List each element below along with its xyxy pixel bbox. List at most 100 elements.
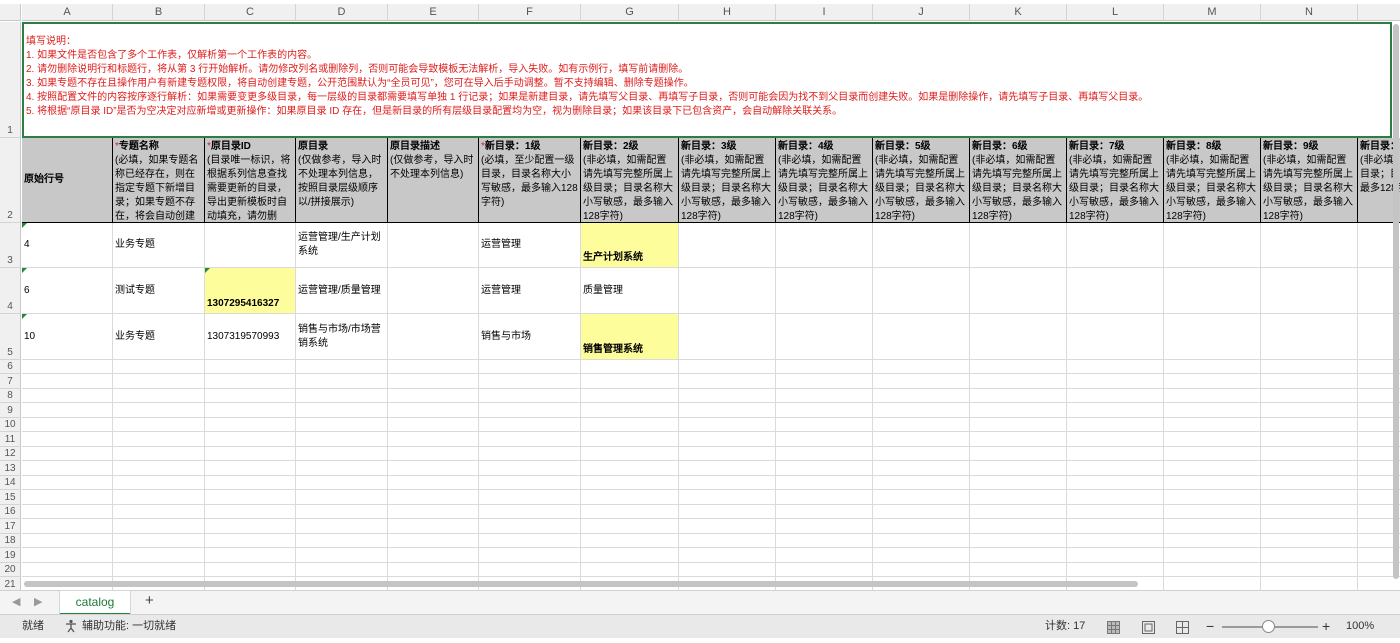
grid-cell[interactable]: [205, 447, 296, 461]
grid-cell[interactable]: [1164, 505, 1261, 519]
row-header-2[interactable]: 2: [0, 138, 21, 223]
grid-cell[interactable]: [1261, 360, 1358, 374]
grid-cell[interactable]: [581, 505, 679, 519]
grid-cell[interactable]: [205, 476, 296, 490]
grid-cell[interactable]: [970, 314, 1067, 360]
grid-cell[interactable]: [479, 534, 581, 548]
grid-cell[interactable]: [873, 447, 970, 461]
grid-cell[interactable]: [1164, 314, 1261, 360]
grid-cell[interactable]: [205, 490, 296, 505]
header-cell-n[interactable]: 新目录：9级 (非必填，如需配置请先填写完整所属上级目录；目录名称大小写敏感，最多…: [1261, 138, 1358, 223]
grid-cell[interactable]: [479, 418, 581, 432]
grid-cell[interactable]: [296, 534, 388, 548]
row-header-5[interactable]: 5: [0, 314, 21, 360]
grid-cell[interactable]: [1164, 534, 1261, 548]
grid-cell[interactable]: [581, 418, 679, 432]
grid-cell[interactable]: [113, 490, 205, 505]
column-header-g[interactable]: G: [581, 4, 679, 21]
grid-cell[interactable]: [113, 389, 205, 403]
page-break-view-icon[interactable]: [1176, 620, 1189, 634]
grid-cell[interactable]: [296, 403, 388, 418]
column-header-a[interactable]: A: [22, 4, 113, 21]
column-header-d[interactable]: D: [296, 4, 388, 21]
zoom-in-button[interactable]: +: [1322, 615, 1330, 638]
grid-cell[interactable]: [205, 548, 296, 563]
data-cell-f3[interactable]: 运营管理: [479, 223, 581, 268]
grid-cell[interactable]: [205, 389, 296, 403]
grid-cell[interactable]: [296, 548, 388, 563]
prev-sheet-icon[interactable]: ◀: [12, 595, 20, 608]
grid-cell[interactable]: [479, 563, 581, 577]
grid-cell[interactable]: [479, 389, 581, 403]
grid-cell[interactable]: [205, 418, 296, 432]
column-header-o[interactable]: [1358, 4, 1400, 21]
grid-cell[interactable]: [1261, 563, 1358, 577]
grid-cell[interactable]: [679, 519, 776, 534]
row-header-19[interactable]: 19: [0, 548, 21, 563]
row-header-3[interactable]: 3: [0, 223, 21, 268]
grid-cell[interactable]: [679, 374, 776, 389]
grid-cell[interactable]: [22, 418, 113, 432]
grid-cell[interactable]: [1067, 519, 1164, 534]
grid-cell[interactable]: [388, 563, 479, 577]
grid-cell[interactable]: [296, 374, 388, 389]
add-sheet-button[interactable]: +: [145, 592, 154, 609]
grid-cell[interactable]: [581, 374, 679, 389]
grid-cell[interactable]: [679, 461, 776, 476]
grid-cell[interactable]: [113, 418, 205, 432]
grid-cell[interactable]: [1164, 490, 1261, 505]
grid-cell[interactable]: [776, 374, 873, 389]
header-cell-e[interactable]: 原目录描述 (仅做参考，导入时不处理本列信息): [388, 138, 479, 223]
grid-cell[interactable]: [776, 461, 873, 476]
grid-cell[interactable]: [873, 403, 970, 418]
header-cell-i[interactable]: 新目录：4级 (非必填，如需配置请先填写完整所属上级目录；目录名称大小写敏感，最多…: [776, 138, 873, 223]
grid-cell[interactable]: [113, 519, 205, 534]
row-header-15[interactable]: 15: [0, 490, 21, 505]
grid-cell[interactable]: [1067, 534, 1164, 548]
grid-cell[interactable]: [296, 563, 388, 577]
grid-cell[interactable]: [581, 447, 679, 461]
grid-cell[interactable]: [296, 418, 388, 432]
grid-cell[interactable]: [970, 223, 1067, 268]
grid-cell[interactable]: [1164, 476, 1261, 490]
grid-cell[interactable]: [1164, 360, 1261, 374]
grid-cell[interactable]: [1164, 403, 1261, 418]
grid-cell[interactable]: [1067, 389, 1164, 403]
grid-cell[interactable]: [679, 268, 776, 314]
grid-cell[interactable]: [1164, 418, 1261, 432]
column-header-m[interactable]: M: [1164, 4, 1261, 21]
grid-cell[interactable]: [1261, 461, 1358, 476]
grid-cell[interactable]: [1067, 268, 1164, 314]
header-cell-l[interactable]: 新目录：7级 (非必填，如需配置请先填写完整所属上级目录；目录名称大小写敏感，最多…: [1067, 138, 1164, 223]
row-header-10[interactable]: 10: [0, 418, 21, 432]
grid-cell[interactable]: [1067, 505, 1164, 519]
grid-cell[interactable]: [776, 403, 873, 418]
normal-view-icon[interactable]: [1107, 620, 1120, 634]
column-header-b[interactable]: B: [113, 4, 205, 21]
grid-cell[interactable]: [113, 432, 205, 447]
grid-cell[interactable]: [1164, 268, 1261, 314]
grid-cell[interactable]: [1067, 314, 1164, 360]
grid-cell[interactable]: [479, 490, 581, 505]
grid-cell[interactable]: [113, 447, 205, 461]
grid-cell[interactable]: [388, 447, 479, 461]
grid-cell[interactable]: [296, 389, 388, 403]
grid-cell[interactable]: [479, 360, 581, 374]
grid-cell[interactable]: [205, 374, 296, 389]
grid-cell[interactable]: [776, 490, 873, 505]
grid-cell[interactable]: [1261, 403, 1358, 418]
grid-cell[interactable]: [679, 223, 776, 268]
grid-cell[interactable]: [113, 563, 205, 577]
grid-cell[interactable]: [581, 432, 679, 447]
grid-cell[interactable]: [1261, 389, 1358, 403]
grid-cell[interactable]: [205, 360, 296, 374]
data-cell-d3[interactable]: 运营管理/生产计划系统: [296, 223, 388, 268]
grid-cell[interactable]: [479, 505, 581, 519]
grid-cell[interactable]: [1261, 519, 1358, 534]
data-cell-e5[interactable]: [388, 314, 479, 360]
grid-cell[interactable]: [1067, 548, 1164, 563]
grid-cell[interactable]: [873, 563, 970, 577]
grid-cell[interactable]: [1164, 563, 1261, 577]
grid-cell[interactable]: [1261, 432, 1358, 447]
grid-cell[interactable]: [873, 476, 970, 490]
